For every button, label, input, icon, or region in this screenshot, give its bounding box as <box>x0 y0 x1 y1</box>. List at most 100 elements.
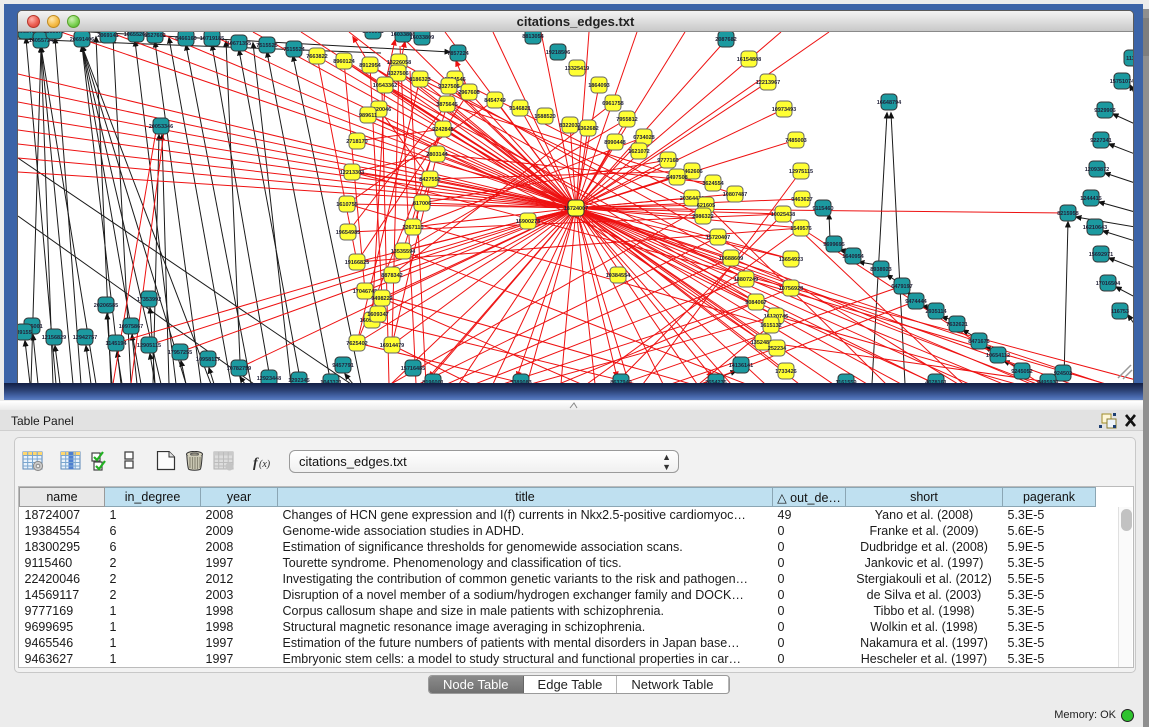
svg-text:8813054: 8813054 <box>522 34 544 40</box>
svg-text:15751074: 15751074 <box>1110 79 1133 85</box>
svg-text:12093872: 12093872 <box>1085 167 1109 173</box>
svg-text:1244415: 1244415 <box>1080 196 1101 202</box>
svg-text:9115460: 9115460 <box>812 206 833 212</box>
svg-text:9084067: 9084067 <box>745 300 766 306</box>
svg-text:17957255: 17957255 <box>168 350 192 356</box>
svg-text:2718170: 2718170 <box>346 139 367 145</box>
svg-text:19384554: 19384554 <box>606 273 631 279</box>
svg-text:1362682: 1362682 <box>577 126 598 132</box>
svg-text:12905115: 12905115 <box>137 343 161 349</box>
svg-text:8637940: 8637940 <box>610 380 631 383</box>
svg-text:20053346: 20053346 <box>149 124 173 130</box>
svg-text:2967608: 2967608 <box>458 90 479 96</box>
svg-text:1621072: 1621072 <box>628 149 649 155</box>
svg-text:1145194: 1145194 <box>105 341 127 347</box>
svg-text:13535594: 13535594 <box>391 249 416 255</box>
svg-text:12923448: 12923448 <box>257 376 281 382</box>
svg-text:8215958: 8215958 <box>1057 211 1078 217</box>
svg-text:1603381: 1603381 <box>362 32 383 35</box>
svg-text:9699695: 9699695 <box>823 242 844 248</box>
svg-text:10756928: 10756928 <box>779 286 803 292</box>
svg-text:6479197: 6479197 <box>891 284 912 290</box>
svg-text:18724007: 18724007 <box>564 206 588 212</box>
svg-text:8990448: 8990448 <box>604 140 625 146</box>
svg-text:6734028: 6734028 <box>633 135 654 141</box>
svg-text:12156829: 12156829 <box>42 335 66 341</box>
svg-text:2069141: 2069141 <box>97 33 118 39</box>
svg-text:9227341: 9227341 <box>1090 138 1111 144</box>
svg-text:10654112: 10654112 <box>986 353 1010 359</box>
svg-text:9329906: 9329906 <box>1094 108 1115 114</box>
svg-text:17016504: 17016504 <box>1096 281 1121 287</box>
svg-text:15900273: 15900273 <box>516 219 540 225</box>
svg-text:2087682: 2087682 <box>715 37 736 43</box>
svg-text:9146821: 9146821 <box>509 106 530 112</box>
svg-text:1733426: 1733426 <box>775 369 796 375</box>
svg-text:8427552: 8427552 <box>419 177 440 183</box>
svg-text:19218506: 19218506 <box>546 50 570 56</box>
svg-text:39155: 39155 <box>18 330 32 336</box>
svg-text:9463627: 9463627 <box>791 197 812 203</box>
svg-text:10543362: 10543362 <box>373 83 397 89</box>
svg-text:10975867: 10975867 <box>119 324 143 330</box>
svg-text:3389083: 3389083 <box>510 380 531 383</box>
svg-text:7515524: 7515524 <box>283 47 305 53</box>
svg-text:15720407: 15720407 <box>706 235 730 241</box>
svg-text:1588520: 1588520 <box>534 114 555 120</box>
svg-text:3267110: 3267110 <box>402 225 423 231</box>
svg-text:2803144: 2803144 <box>426 152 448 158</box>
svg-text:2935114: 2935114 <box>925 309 947 315</box>
svg-text:15716485: 15716485 <box>401 366 425 372</box>
svg-text:7955812: 7955812 <box>616 117 637 123</box>
svg-text:12213967: 12213967 <box>756 80 780 86</box>
svg-text:9474444: 9474444 <box>905 299 927 305</box>
svg-text:16210643: 16210643 <box>1083 225 1107 231</box>
svg-text:8454749: 8454749 <box>484 98 505 104</box>
svg-text:252234: 252234 <box>768 346 787 352</box>
svg-text:10958117: 10958117 <box>196 357 220 363</box>
svg-text:(x): (x) <box>259 459 271 470</box>
svg-text:16914479: 16914479 <box>380 343 404 349</box>
svg-text:4078161: 4078161 <box>925 380 946 383</box>
svg-text:1161559: 1161559 <box>835 380 856 383</box>
svg-text:8960124: 8960124 <box>333 59 355 65</box>
svg-text:1640954: 1640954 <box>842 254 864 260</box>
svg-text:9245052: 9245052 <box>1011 369 1032 375</box>
svg-text:989611: 989611 <box>359 113 377 119</box>
svg-text:1292345: 1292345 <box>288 378 309 383</box>
svg-text:13325419: 13325419 <box>565 66 589 72</box>
svg-text:3875645: 3875645 <box>436 102 457 108</box>
svg-text:6961758: 6961758 <box>602 101 623 107</box>
svg-text:15692971: 15692971 <box>1089 252 1113 258</box>
svg-text:8938923: 8938923 <box>870 267 891 273</box>
svg-text:1609347: 1609347 <box>367 312 388 318</box>
svg-text:7632621: 7632621 <box>946 322 967 328</box>
svg-text:1527602: 1527602 <box>144 33 165 39</box>
svg-text:7485003: 7485003 <box>785 138 806 144</box>
svg-text:10688609: 10688609 <box>719 256 743 262</box>
svg-text:9327505: 9327505 <box>438 84 459 90</box>
svg-text:1165872: 1165872 <box>43 32 64 35</box>
svg-text:10719185: 10719185 <box>200 36 224 42</box>
svg-text:1864093: 1864093 <box>588 83 609 89</box>
svg-text:10807487: 10807487 <box>723 192 747 198</box>
svg-text:16648794: 16648794 <box>877 100 902 106</box>
svg-text:6497508: 6497508 <box>666 175 687 181</box>
svg-text:6466160: 6466160 <box>175 36 196 42</box>
svg-text:9327506: 9327506 <box>387 71 408 77</box>
svg-text:12975115: 12975115 <box>789 169 813 175</box>
svg-text:10782759: 10782759 <box>227 366 251 372</box>
svg-text:1549576: 1549576 <box>790 226 811 232</box>
svg-text:7625402: 7625402 <box>346 341 367 347</box>
svg-text:1615132: 1615132 <box>760 323 781 329</box>
svg-text:20206585: 20206585 <box>94 303 118 309</box>
svg-text:1610755: 1610755 <box>336 202 357 208</box>
svg-text:9498222: 9498222 <box>371 296 392 302</box>
svg-text:10025438: 10025438 <box>771 212 795 218</box>
svg-text:7857224: 7857224 <box>447 51 469 57</box>
svg-text:19166825: 19166825 <box>345 260 369 266</box>
svg-text:924502: 924502 <box>1054 371 1072 377</box>
svg-text:8471676: 8471676 <box>968 339 989 345</box>
svg-text:13654923: 13654923 <box>779 257 803 263</box>
svg-text:19654985: 19654985 <box>336 230 360 236</box>
